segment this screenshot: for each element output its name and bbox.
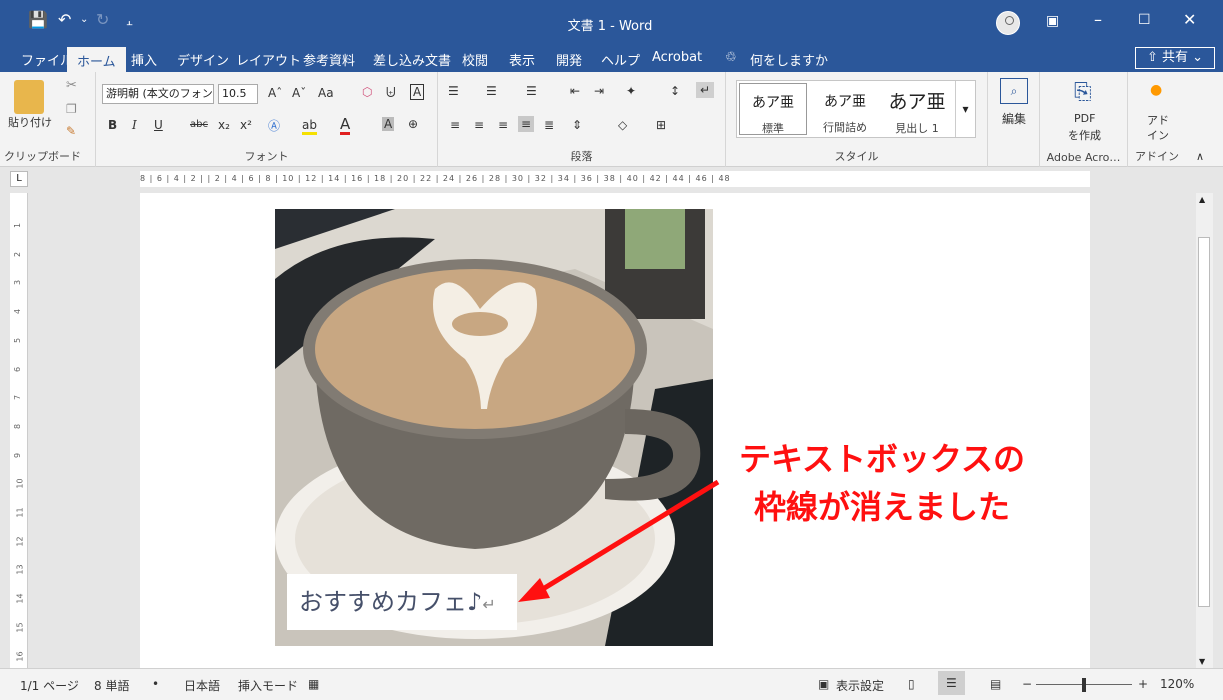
scroll-up-icon[interactable]: ▲ (1199, 195, 1205, 204)
zoom-slider-thumb[interactable] (1082, 678, 1086, 692)
web-layout-icon[interactable]: ▤ (990, 677, 1001, 691)
page-count[interactable]: 1/1 ページ (20, 677, 79, 694)
callout-arrow-head (518, 578, 550, 602)
zoom-in-button[interactable]: + (1138, 677, 1148, 691)
macro-record-icon[interactable]: ▦ (308, 677, 319, 691)
callout-line2: 枠線が消えました (753, 488, 1010, 526)
zoom-level[interactable]: 120% (1160, 677, 1194, 691)
read-mode-icon[interactable]: ▯ (908, 677, 915, 691)
display-settings[interactable]: 表示設定 (836, 677, 884, 694)
print-layout-icon[interactable]: ☰ (938, 671, 965, 695)
callout-text: テキストボックスの 枠線が消えました (727, 435, 1037, 531)
insert-mode[interactable]: 挿入モード (238, 677, 298, 694)
vertical-scrollbar[interactable]: ▲ ▼ (1196, 193, 1213, 668)
status-bar: 1/1 ページ 8 単語 • 日本語 挿入モード ▦ ▣ 表示設定 ▯ ☰ ▤ … (0, 668, 1223, 700)
proofing-icon[interactable]: • (152, 677, 159, 691)
display-settings-icon[interactable]: ▣ (818, 677, 829, 691)
callout-line1: テキストボックスの (738, 440, 1026, 478)
language[interactable]: 日本語 (184, 677, 220, 694)
scroll-thumb[interactable] (1198, 237, 1210, 607)
word-count[interactable]: 8 単語 (94, 677, 129, 694)
callout-arrow-layer (518, 479, 720, 602)
callout-arrow-line (536, 479, 720, 595)
zoom-out-button[interactable]: − (1022, 677, 1032, 691)
scroll-down-icon[interactable]: ▼ (1199, 657, 1205, 666)
